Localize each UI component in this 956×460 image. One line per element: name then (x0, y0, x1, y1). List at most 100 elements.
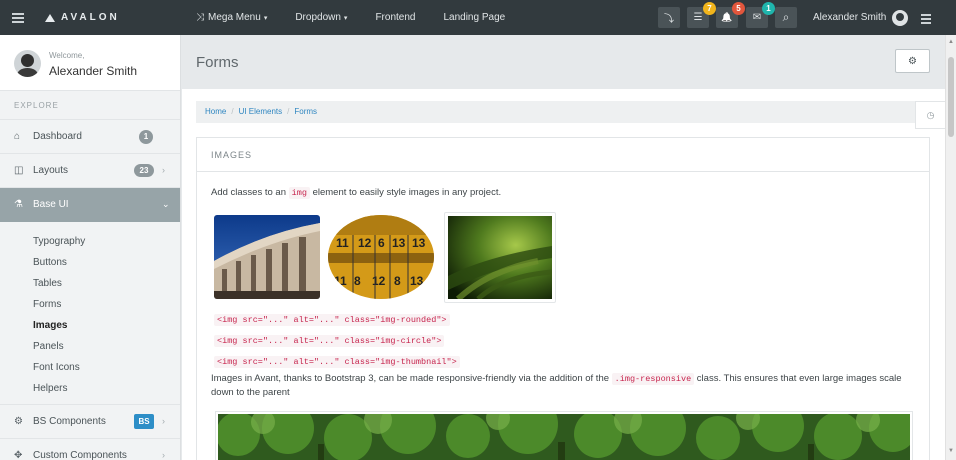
svg-text:11: 11 (334, 274, 347, 288)
ruler-image: 11 12 6 13 13 11 8 12 8 13 (328, 215, 434, 299)
search-button[interactable]: ⌕ (775, 7, 797, 28)
svg-text:8: 8 (394, 274, 401, 288)
notification-badge: 7 (703, 2, 716, 15)
chevron-down-icon: ▾ (343, 14, 348, 22)
right-menu-icon[interactable] (921, 14, 931, 24)
text: Images in Avant, thanks to Bootstrap 3, … (211, 373, 612, 384)
chevron-down-icon: ⌄ (162, 199, 170, 209)
user-name: Alexander Smith (813, 12, 887, 23)
sidebar-item-label: BS Components (33, 416, 106, 427)
sidebar-item-label: Dashboard (33, 131, 82, 142)
svg-text:6: 6 (378, 236, 385, 250)
submenu-item-images[interactable]: Images (0, 315, 180, 336)
avatar (14, 50, 41, 77)
moss-tree-image (448, 216, 552, 299)
profile-name: Alexander Smith (49, 64, 138, 78)
sidebar-item-layouts[interactable]: ◫ Layouts 23 › (0, 154, 180, 188)
list-icon: ☰ (693, 12, 703, 23)
rounded-image (214, 215, 320, 299)
top-navbar: AVALON ⤨ Mega Menu ▾ Dropdown ▾ Frontend… (0, 0, 956, 35)
sidebar-submenu: Typography Buttons Tables Forms Images P… (0, 222, 180, 405)
breadcrumb-separator: / (231, 107, 234, 116)
breadcrumb-ui-elements[interactable]: UI Elements (239, 107, 283, 116)
bell-icon: 🔔 (721, 12, 733, 22)
scroll-up-icon[interactable]: ▲ (948, 39, 954, 45)
svg-text:13: 13 (412, 236, 426, 250)
flask-icon: ⚗ (14, 199, 23, 210)
top-nav: ⤨ Mega Menu ▾ Dropdown ▾ Frontend Landin… (196, 0, 533, 35)
welcome-text: Welcome, (49, 51, 85, 60)
gear-icon: ⚙ (908, 55, 917, 67)
side-panel-toggle[interactable]: ◷ (915, 101, 945, 129)
scroll-thumb[interactable] (948, 57, 954, 137)
nav-dropdown[interactable]: Dropdown ▾ (295, 12, 347, 23)
nav-landing-page[interactable]: Landing Page (443, 12, 505, 23)
breadcrumb-home[interactable]: Home (205, 107, 226, 116)
envelope-icon: ✉ (752, 12, 762, 23)
sidebar-profile: Welcome, Alexander Smith (0, 35, 180, 91)
submenu-item-font-icons[interactable]: Font Icons (0, 357, 180, 378)
submenu-item-buttons[interactable]: Buttons (0, 252, 180, 273)
sidebar-item-bs-components[interactable]: ⚙ BS Components BS › (0, 405, 180, 439)
brand-name: AVALON (61, 12, 120, 23)
submenu-item-forms[interactable]: Forms (0, 294, 180, 315)
menu-toggle-icon[interactable] (12, 13, 24, 23)
code-snippet: <img src="..." alt="..." class="img-thum… (214, 356, 460, 368)
page-scrollbar[interactable]: ▲ ▼ (945, 35, 956, 460)
sidebar: Welcome, Alexander Smith EXPLORE ⌂ Dashb… (0, 35, 181, 460)
clock-icon: ◷ (926, 109, 935, 120)
sidebar-item-dashboard[interactable]: ⌂ Dashboard 1 (0, 120, 180, 154)
shuffle-icon: ⤨ (196, 12, 204, 23)
panel-heading: IMAGES (197, 138, 929, 172)
page-title: Forms (196, 54, 239, 71)
chevron-right-icon: › (162, 165, 165, 175)
submenu-item-panels[interactable]: Panels (0, 336, 180, 357)
svg-text:13: 13 (410, 274, 424, 288)
fullscreen-button[interactable]: ⤵ (658, 7, 680, 28)
circle-image: 11 12 6 13 13 11 8 12 8 13 (328, 215, 434, 299)
submenu-item-helpers[interactable]: Helpers (0, 378, 180, 399)
nav-label: Frontend (375, 12, 416, 23)
notifications-button[interactable]: 🔔 5 (716, 2, 745, 28)
chevron-right-icon: › (162, 450, 165, 460)
sidebar-item-custom-components[interactable]: ✥ Custom Components › (0, 439, 180, 460)
submenu-item-tables[interactable]: Tables (0, 273, 180, 294)
breadcrumb-separator: / (287, 107, 290, 116)
settings-button[interactable]: ⚙ (895, 49, 930, 73)
page-header: Forms ⚙ (182, 35, 945, 89)
list-button[interactable]: ☰ 7 (687, 2, 716, 28)
bs-badge: BS (134, 414, 154, 429)
images-panel: IMAGES Add classes to an img element to … (196, 137, 930, 460)
columns-icon: ◫ (14, 165, 24, 176)
text: element to easily style images in any pr… (309, 187, 502, 198)
svg-text:11: 11 (336, 236, 349, 250)
nav-frontend[interactable]: Frontend (375, 12, 415, 23)
home-icon: ⌂ (14, 131, 21, 142)
count-badge: 23 (134, 164, 154, 177)
user-menu[interactable]: Alexander Smith (813, 0, 909, 35)
sidebar-item-label: Layouts (33, 165, 69, 176)
notification-badge: 5 (732, 2, 745, 15)
brand[interactable]: AVALON (45, 12, 120, 23)
sidebar-section-title: EXPLORE (0, 91, 180, 120)
text: Add classes to an (211, 187, 289, 198)
breadcrumb: Home / UI Elements / Forms (196, 101, 929, 123)
svg-text:8: 8 (354, 274, 361, 288)
svg-text:13: 13 (392, 236, 406, 250)
nav-mega-menu[interactable]: ⤨ Mega Menu ▾ (196, 12, 267, 23)
colonnade-image (214, 215, 320, 299)
chevron-down-icon: ▾ (263, 14, 268, 22)
fullscreen-icon: ⤵ (664, 14, 674, 25)
breadcrumb-forms[interactable]: Forms (294, 107, 317, 116)
inline-code: img (288, 187, 310, 199)
thumbnail-image (444, 212, 556, 303)
submenu-item-typography[interactable]: Typography (0, 231, 180, 252)
inline-code: .img-responsive (611, 373, 695, 385)
count-badge: 1 (139, 130, 153, 144)
svg-text:12: 12 (372, 274, 386, 288)
notification-badge: 1 (762, 2, 775, 15)
sidebar-item-base-ui[interactable]: ⚗ Base UI ⌄ (0, 188, 180, 222)
scroll-down-icon[interactable]: ▼ (948, 448, 954, 454)
sidebar-item-label: Base UI (33, 199, 69, 210)
messages-button[interactable]: ✉ 1 (746, 2, 775, 28)
